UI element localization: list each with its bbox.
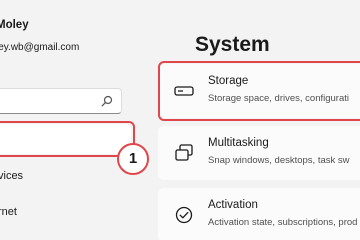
storage-title: Storage	[208, 75, 249, 87]
drive-icon	[174, 86, 194, 96]
search-input[interactable]	[3, 93, 95, 111]
settings-window: Moley ley.wb@gmail.com 1 vices rnet Syst…	[0, 0, 360, 240]
activation-description: Activation state, subscriptions, prod	[208, 217, 358, 228]
multitasking-description: Snap windows, desktops, task sw	[208, 155, 350, 166]
profile-name: Moley	[0, 19, 29, 31]
sidebar-item-label: rnet	[0, 206, 17, 218]
sidebar-item-devices[interactable]: vices	[0, 170, 23, 182]
page-title: System	[195, 33, 270, 56]
sidebar-item-system[interactable]	[0, 124, 131, 154]
search-icon[interactable]	[101, 95, 113, 107]
storage-card[interactable]: Storage Storage space, drives, configura…	[158, 64, 360, 118]
activation-icon	[175, 206, 193, 224]
multitasking-card[interactable]: Multitasking Snap windows, desktops, tas…	[158, 126, 360, 180]
activation-title: Activation	[208, 199, 258, 211]
storage-description: Storage space, drives, configurati	[208, 93, 349, 104]
search-box[interactable]	[0, 88, 122, 114]
profile-email: ley.wb@gmail.com	[0, 42, 80, 53]
sidebar-item-label: vices	[0, 170, 24, 182]
multitasking-title: Multitasking	[208, 137, 269, 149]
sidebar-item-network[interactable]: rnet	[0, 206, 17, 218]
annotation-step-number: 1	[117, 143, 149, 175]
multitasking-icon	[175, 144, 193, 161]
activation-card[interactable]: Activation Activation state, subscriptio…	[158, 188, 360, 240]
